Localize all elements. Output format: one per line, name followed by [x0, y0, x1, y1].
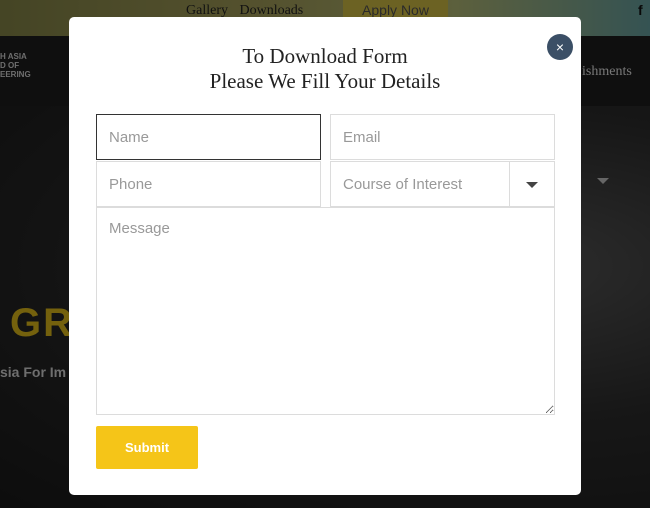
modal-title-line: Please We Fill Your Details: [209, 69, 441, 93]
phone-input[interactable]: [96, 161, 321, 207]
course-select[interactable]: Course of Interest: [330, 161, 555, 207]
modal-title: To Download Form Please We Fill Your Det…: [69, 44, 581, 94]
message-textarea[interactable]: [96, 207, 555, 415]
modal-title-line: To Download Form: [242, 44, 408, 68]
name-input[interactable]: [96, 114, 321, 160]
chevron-down-icon[interactable]: [526, 182, 538, 188]
select-divider: [509, 162, 510, 206]
submit-button[interactable]: Submit: [96, 426, 198, 469]
email-input[interactable]: [330, 114, 555, 160]
course-select-label: Course of Interest: [343, 175, 463, 193]
